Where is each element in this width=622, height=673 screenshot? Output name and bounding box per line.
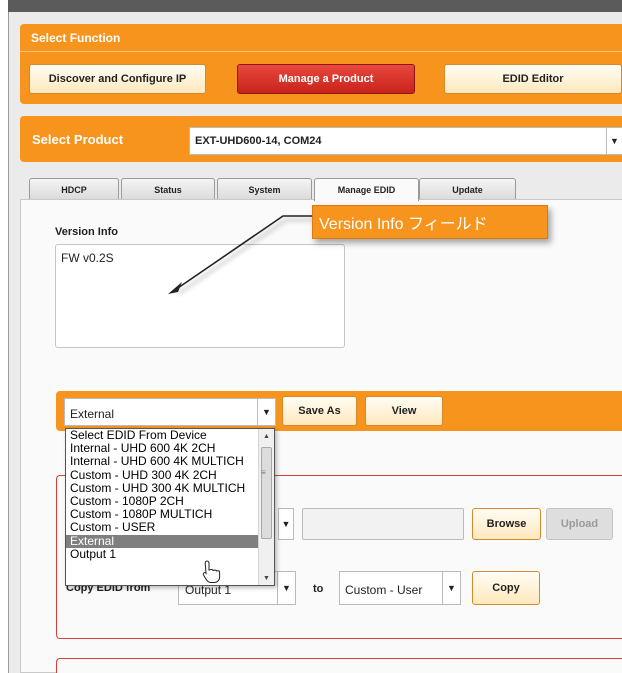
chevron-down-icon[interactable]: ▼ [277,572,295,604]
dropdown-option[interactable]: Custom - USER [66,521,258,534]
copy-to-select[interactable]: Custom - User ▼ [339,571,461,605]
chevron-down-icon[interactable]: ▼ [442,572,460,604]
dropdown-option-highlighted[interactable]: External [66,534,258,548]
dropdown-scrollbar[interactable]: ▲ ≡ ▼ [258,429,274,585]
view-button[interactable]: View [365,396,443,426]
dropdown-option[interactable]: Internal - UHD 600 4K MULTICH [66,455,258,468]
next-section [56,658,622,673]
hand-cursor-icon [202,560,221,583]
dropdown-option[interactable]: Custom - UHD 300 4K 2CH [66,468,258,482]
version-info-callout: Version Info フィールド [312,205,548,239]
scrollbar-thumb[interactable] [261,447,272,539]
chevron-down-icon[interactable]: ▼ [257,399,275,425]
chevron-down-icon[interactable]: ▼ [278,508,294,540]
dropdown-option[interactable]: Custom - UHD 300 4K MULTICH [66,481,258,495]
dropdown-option[interactable]: Output 1 [66,547,258,561]
scroll-up-icon[interactable]: ▲ [259,429,274,443]
grip-icon: ≡ [261,468,266,477]
file-path-input[interactable] [302,508,464,540]
dropdown-options: Select EDID From Device Internal - UHD 6… [66,429,258,561]
to-label: to [313,583,324,595]
edid-source-select[interactable]: External ▼ [64,398,276,426]
save-as-button[interactable]: Save As [282,396,357,426]
upload-button[interactable]: Upload [546,508,613,540]
browse-button[interactable]: Browse [472,508,541,540]
edid-source-value: External [70,407,115,421]
scroll-down-icon[interactable]: ▼ [259,571,274,585]
copy-to-value: Custom - User [345,583,423,597]
copy-button[interactable]: Copy [472,571,540,605]
edid-source-dropdown[interactable]: Select EDID From Device Internal - UHD 6… [65,428,275,586]
